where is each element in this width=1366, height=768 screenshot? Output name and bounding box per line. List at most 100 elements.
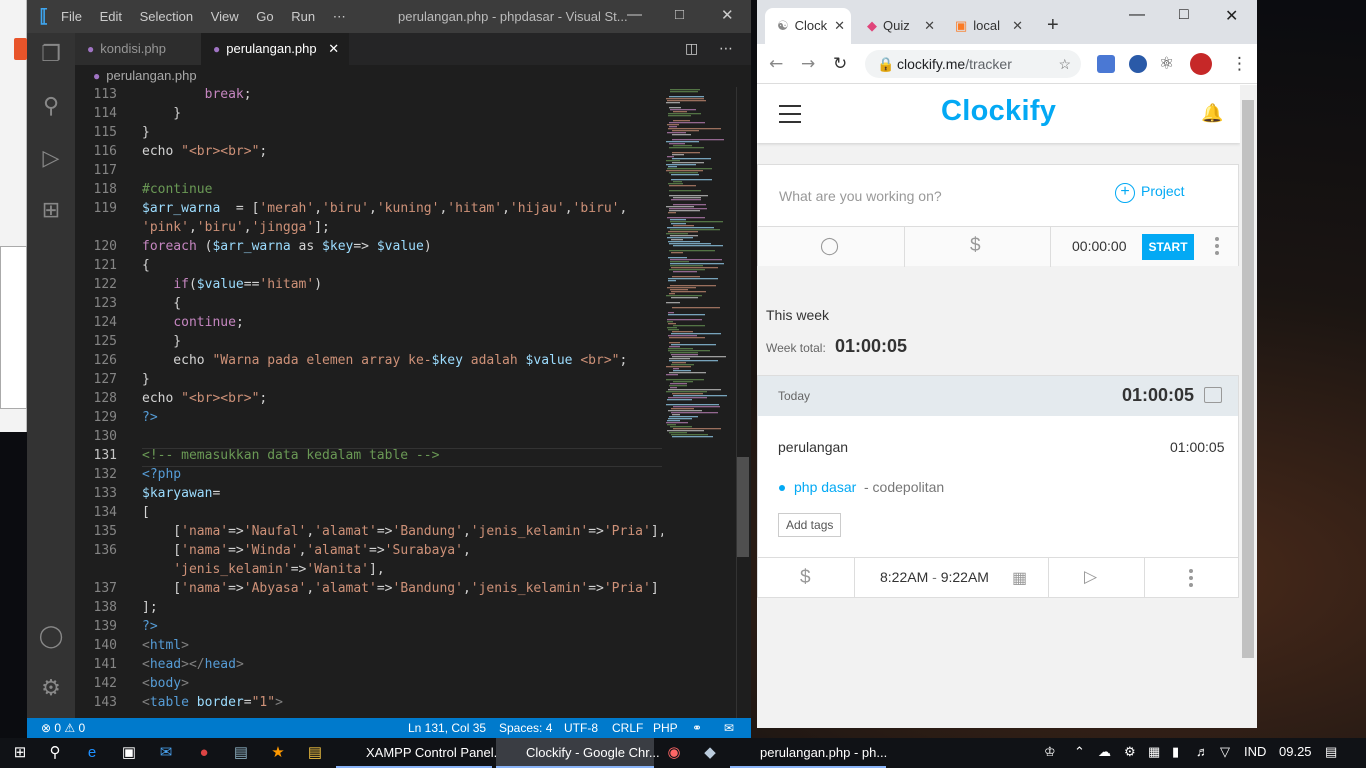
code-line[interactable]: #continue	[142, 182, 212, 197]
tab-close-icon[interactable]: ✕	[328, 41, 339, 56]
app-icon[interactable]: ★	[268, 743, 288, 763]
code-line[interactable]: }	[142, 372, 150, 387]
extensions-puzzle-icon[interactable]: ⚛	[1159, 54, 1174, 74]
chrome-menu-icon[interactable]: ⋮	[1231, 54, 1248, 74]
action-center-icon[interactable]: ▤	[1325, 744, 1337, 760]
tray-app-icon[interactable]: ☁	[1098, 744, 1111, 760]
tab-localhost[interactable]: ▣ local ✕	[943, 8, 1029, 44]
tray-app-icon[interactable]: ▦	[1148, 744, 1160, 760]
network-icon[interactable]: ▽	[1220, 744, 1230, 760]
code-line[interactable]: <table border="1">	[142, 695, 283, 710]
show-hidden-icons-icon[interactable]: ⌃	[1074, 744, 1085, 760]
tab-quiz[interactable]: ◆ Quiz ✕	[855, 8, 941, 44]
notification-bell-icon[interactable]: 🔔	[1201, 103, 1223, 124]
menu-selection[interactable]: Selection	[140, 9, 193, 24]
menu-view[interactable]: View	[211, 9, 239, 24]
extensions-icon[interactable]: ⊞	[37, 197, 65, 225]
end-of-line[interactable]: CRLF	[612, 718, 643, 738]
new-tab-button[interactable]: +	[1047, 15, 1059, 35]
code-line[interactable]: break;	[142, 87, 252, 102]
start-button[interactable]: START	[1142, 234, 1194, 260]
description-input[interactable]: What are you working on?	[779, 188, 942, 204]
tab-clockify[interactable]: ☯ Clock ✕	[765, 8, 851, 44]
bulk-edit-icon[interactable]	[1204, 387, 1222, 403]
forward-icon[interactable]: →	[801, 54, 815, 74]
menu-go[interactable]: Go	[256, 9, 273, 24]
code-line[interactable]: ?>	[142, 619, 158, 634]
profile-avatar[interactable]	[1190, 53, 1212, 75]
scrollbar-thumb[interactable]	[1242, 100, 1254, 658]
app-icon[interactable]: ◆	[700, 743, 720, 763]
entry-description[interactable]: perulangan	[778, 439, 848, 455]
input-language[interactable]: IND	[1244, 744, 1266, 759]
language-mode[interactable]: PHP	[653, 718, 678, 738]
code-line[interactable]: <?php	[142, 467, 181, 482]
app-icon[interactable]: ▤	[231, 743, 251, 763]
store-icon[interactable]: ▣	[119, 743, 139, 763]
address-bar[interactable]: 🔒 clockify.me/tracker ☆	[865, 50, 1081, 78]
people-icon[interactable]: ♔	[1044, 744, 1056, 760]
code-line[interactable]: echo "<br><br>";	[142, 391, 267, 406]
code-line[interactable]: ];	[142, 600, 158, 615]
maximize-icon[interactable]: □	[1179, 6, 1189, 24]
run-debug-icon[interactable]: ▷	[37, 145, 65, 173]
code-line[interactable]: $arr_warna = ['merah','biru','kuning','h…	[142, 201, 627, 216]
tray-app-icon[interactable]: ⚙	[1124, 744, 1136, 760]
close-icon[interactable]: ✕	[1225, 6, 1238, 26]
entry-project[interactable]: php dasar	[794, 479, 856, 495]
menu-file[interactable]: File	[61, 9, 82, 24]
menu-run[interactable]: Run	[291, 9, 315, 24]
billable-dollar-icon[interactable]: $	[970, 235, 981, 257]
back-icon[interactable]: ←	[769, 54, 783, 74]
search-icon[interactable]: ⚲	[37, 93, 65, 121]
code-line[interactable]: }	[142, 334, 181, 349]
code-line[interactable]: <head></head>	[142, 657, 244, 672]
code-line[interactable]: 'jenis_kelamin'=>'Wanita'],	[142, 562, 384, 577]
page-scrollbar[interactable]	[1240, 85, 1257, 728]
code-line[interactable]: }	[142, 106, 181, 121]
code-line[interactable]: ?>	[142, 410, 158, 425]
explorer-icon[interactable]: ❐	[37, 41, 65, 69]
continue-play-icon[interactable]: ▷	[1084, 567, 1097, 587]
timer-display[interactable]: 00:00:00	[1072, 238, 1127, 254]
code-line[interactable]: if($value=='hitam')	[142, 277, 322, 292]
code-line[interactable]: foreach ($arr_warna as $key=> $value)	[142, 239, 432, 254]
code-line[interactable]: ['nama'=>'Abyasa','alamat'=>'Bandung','j…	[142, 581, 658, 596]
mail-icon[interactable]: ✉	[156, 743, 176, 763]
code-line[interactable]: <body>	[142, 676, 189, 691]
close-icon[interactable]: ✕	[721, 6, 734, 24]
encoding[interactable]: UTF-8	[564, 718, 598, 738]
code-line[interactable]: {	[142, 296, 181, 311]
calendar-icon[interactable]: ▦	[1012, 568, 1027, 588]
editor-scrollbar[interactable]	[737, 457, 749, 557]
reload-icon[interactable]: ↻	[833, 54, 847, 74]
menu-edit[interactable]: Edit	[100, 9, 122, 24]
cursor-position[interactable]: Ln 131, Col 35	[408, 718, 486, 738]
clockify-logo[interactable]: Clockify	[941, 95, 1056, 128]
indentation[interactable]: Spaces: 4	[499, 718, 552, 738]
minimap[interactable]	[663, 87, 751, 718]
taskbar-app-chrome[interactable]: Clockify - Google Chr...	[496, 738, 660, 768]
notifications-icon[interactable]: ✉	[724, 718, 734, 738]
settings-gear-icon[interactable]: ⚙	[37, 675, 65, 703]
tab-close-icon[interactable]: ✕	[1012, 8, 1023, 44]
battery-icon[interactable]: ▮	[1172, 744, 1179, 760]
tag-icon[interactable]: ◯	[820, 236, 839, 256]
minimize-icon[interactable]: —	[627, 6, 642, 23]
code-line[interactable]: ['nama'=>'Naufal','alamat'=>'Bandung','j…	[142, 524, 663, 539]
taskbar-app-vscode[interactable]: perulangan.php - ph...	[730, 738, 887, 768]
code-line[interactable]: }	[142, 125, 150, 140]
entry-more-icon[interactable]	[1189, 569, 1193, 590]
add-tags-button[interactable]: Add tags	[778, 513, 842, 537]
clock[interactable]: 09.25	[1279, 744, 1312, 759]
code-editor[interactable]: 113 break; 114 } 115} 116 echo "<br><br>"; 11…	[75, 87, 663, 718]
tab-close-icon[interactable]: ✕	[924, 8, 935, 44]
account-icon[interactable]: ◯	[37, 623, 65, 651]
entry-time-range[interactable]: 8:22AM - 9:22AM	[880, 569, 989, 585]
tab-close-icon[interactable]: ✕	[834, 8, 845, 44]
more-actions-icon[interactable]: ⋯	[719, 41, 733, 57]
code-line[interactable]: <html>	[142, 638, 189, 653]
code-line[interactable]: [	[142, 505, 150, 520]
more-options-icon[interactable]	[1215, 237, 1219, 258]
hamburger-menu-icon[interactable]	[779, 105, 801, 129]
